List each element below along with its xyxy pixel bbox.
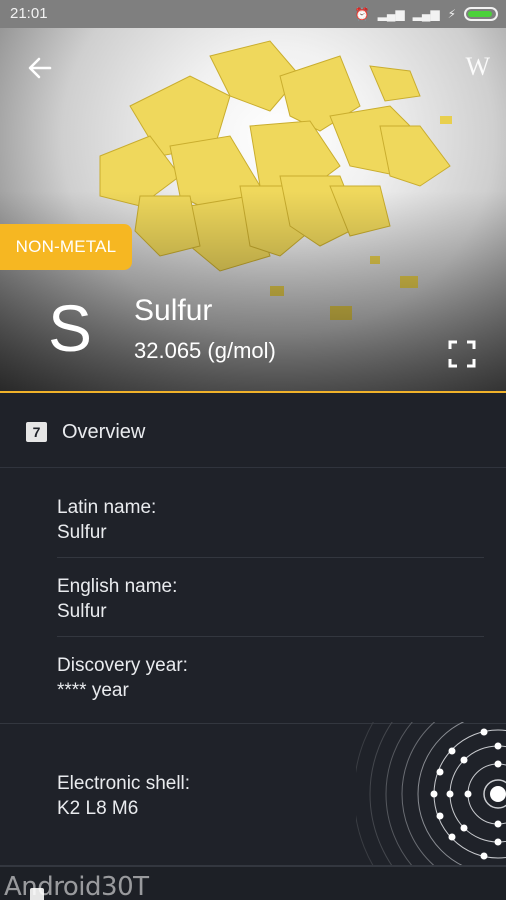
english-name-label: English name: [57, 576, 178, 597]
latin-name-label: Latin name: [57, 497, 157, 518]
english-name: English name: Sulfur [57, 574, 484, 624]
bohr-model-diagram [356, 722, 506, 866]
category-badge: NON-METAL [0, 224, 132, 270]
element-symbol: S [48, 291, 93, 365]
status-bar: 21:01 ⏰ ▂▄▆ ▂▄▆ ⚡ [0, 0, 506, 28]
english-name-value: Sulfur [57, 601, 107, 622]
status-time: 21:01 [10, 5, 48, 22]
charging-icon: ⚡ [447, 7, 456, 21]
element-hero-image: W NON-METAL S Sulfur 32.065 (g/mol) [0, 28, 506, 391]
section-title: Overview [62, 421, 146, 443]
element-mass: 32.065 (g/mol) [134, 338, 276, 363]
arrow-left-icon [28, 57, 52, 79]
element-name: Sulfur [134, 294, 213, 327]
overview-section-header[interactable]: 7 Overview [0, 393, 506, 468]
signal-icon: ▂▄▆ [377, 7, 405, 21]
alarm-icon: ⏰ [354, 7, 370, 21]
section-number: 7 [26, 422, 47, 442]
battery-icon [464, 7, 498, 21]
latin-name-value: Sulfur [57, 522, 107, 543]
status-icons: ⏰ ▂▄▆ ▂▄▆ ⚡ [355, 6, 498, 22]
latin-name: Latin name: Sulfur [57, 495, 484, 545]
fullscreen-icon [448, 340, 476, 368]
discovery-year: Discovery year: **** year [57, 653, 484, 703]
back-button[interactable] [24, 52, 56, 84]
discovery-year-value: **** year [57, 680, 129, 701]
signal-icon: ▂▄▆ [412, 7, 440, 21]
watermark-text: Android30T [4, 872, 149, 900]
fullscreen-button[interactable] [448, 340, 476, 368]
wikipedia-button[interactable]: W [465, 52, 490, 82]
discovery-year-label: Discovery year: [57, 655, 188, 676]
divider [57, 636, 484, 637]
divider [57, 557, 484, 558]
